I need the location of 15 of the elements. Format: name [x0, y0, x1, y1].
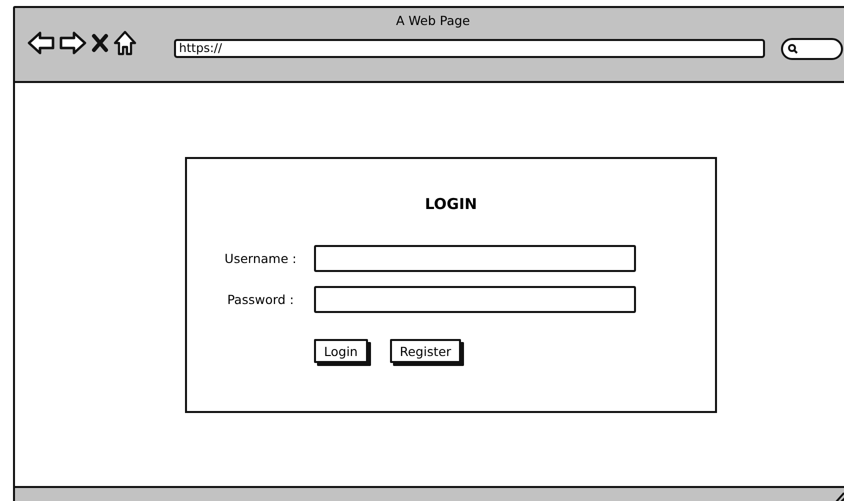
home-icon[interactable]: [113, 30, 137, 56]
forward-icon[interactable]: [59, 31, 87, 55]
back-icon[interactable]: [27, 31, 55, 55]
login-button[interactable]: Login: [314, 339, 368, 363]
search-icon: [788, 44, 798, 54]
field-label: Username :: [224, 251, 298, 266]
window-title: A Web Page: [396, 13, 470, 28]
address-field[interactable]: https://: [174, 39, 765, 58]
register-button[interactable]: Register: [390, 339, 462, 363]
close-icon[interactable]: [91, 33, 109, 53]
username-field[interactable]: [314, 245, 636, 272]
search-field[interactable]: [781, 38, 843, 60]
password-field[interactable]: [314, 286, 636, 313]
field-label: Password :: [226, 292, 295, 307]
login-title: LOGIN: [424, 195, 478, 213]
